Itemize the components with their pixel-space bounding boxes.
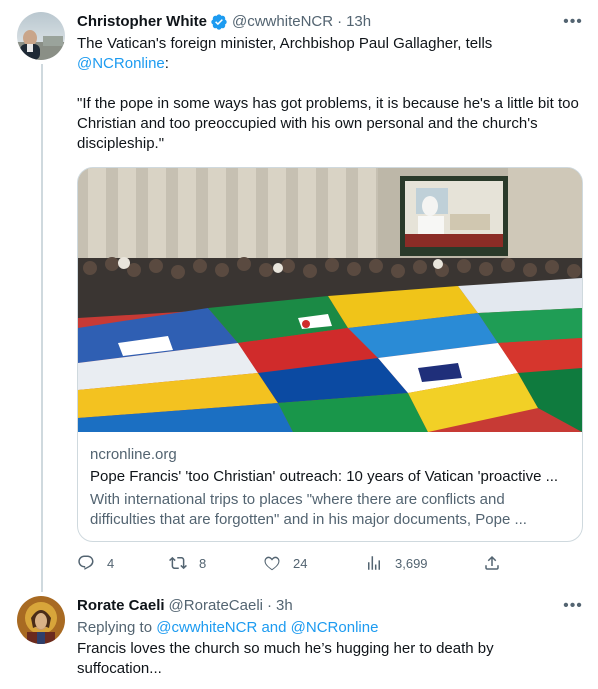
- retweet-count: 8: [199, 555, 207, 571]
- author-name[interactable]: Christopher White: [77, 11, 207, 33]
- share-icon: [485, 555, 499, 570]
- tweet-rorate-caeli[interactable]: Rorate Caeli @RorateCaeli · 3h Replying …: [0, 590, 598, 689]
- card-image[interactable]: [78, 168, 582, 432]
- analytics-icon: [368, 556, 380, 570]
- heart-icon: [264, 556, 280, 571]
- tweet-actions: 4 8 24 3,699: [77, 552, 507, 574]
- replying-to-mentions[interactable]: @cwwhiteNCR and @NCRonline: [156, 619, 378, 636]
- tweet-timestamp[interactable]: 13h: [346, 11, 371, 33]
- mention-link[interactable]: @NCRonline: [77, 55, 165, 72]
- like-button[interactable]: 24: [263, 552, 307, 574]
- tweet-christopher-white[interactable]: Christopher White @cwwhiteNCR · 13h The …: [0, 0, 598, 590]
- author-handle[interactable]: @cwwhiteNCR: [232, 11, 333, 33]
- view-count: 3,699: [395, 555, 428, 571]
- avatar[interactable]: [17, 12, 65, 60]
- tweet-text-line: The Vatican's foreign minister, Archbish…: [77, 35, 493, 52]
- tweet-quote: "If the pope in some ways has got proble…: [77, 95, 579, 152]
- separator-dot: ·: [266, 597, 272, 614]
- tweet-text: Francis loves the church so much he’s hu…: [77, 640, 494, 677]
- reply-button[interactable]: 4: [77, 552, 114, 574]
- tweet-header: Rorate Caeli @RorateCaeli · 3h: [77, 595, 584, 617]
- card-domain: ncronline.org: [90, 446, 177, 463]
- views-button[interactable]: 3,699: [365, 552, 428, 574]
- like-count: 24: [293, 555, 308, 571]
- card-title: Pope Francis' 'too Christian' outreach: …: [90, 468, 559, 485]
- tweet-timestamp[interactable]: 3h: [276, 595, 293, 617]
- verified-badge-icon: [211, 14, 227, 30]
- link-preview-card[interactable]: ncronline.org Pope Francis' 'too Christi…: [77, 167, 583, 542]
- reply-count: 4: [107, 555, 115, 571]
- share-button[interactable]: [483, 552, 501, 574]
- avatar[interactable]: [17, 596, 65, 644]
- more-options-icon[interactable]: •••: [562, 595, 584, 617]
- tweet-text: The Vatican's foreign minister, Archbish…: [77, 34, 584, 74]
- more-options-icon[interactable]: •••: [562, 11, 584, 33]
- reply-icon: [78, 555, 94, 570]
- author-name[interactable]: Rorate Caeli: [77, 595, 165, 617]
- tweet-text-colon: :: [164, 55, 169, 72]
- tweet-header: Christopher White @cwwhiteNCR · 13h: [77, 11, 584, 33]
- replying-to: Replying to @cwwhiteNCR and @NCRonline: [77, 618, 584, 638]
- retweet-icon: [169, 556, 187, 570]
- card-description: With international trips to places "wher…: [90, 491, 527, 528]
- separator-dot: ·: [337, 13, 343, 30]
- retweet-button[interactable]: 8: [169, 552, 206, 574]
- replying-to-label: Replying to: [77, 619, 153, 636]
- author-handle[interactable]: @RorateCaeli: [169, 595, 263, 617]
